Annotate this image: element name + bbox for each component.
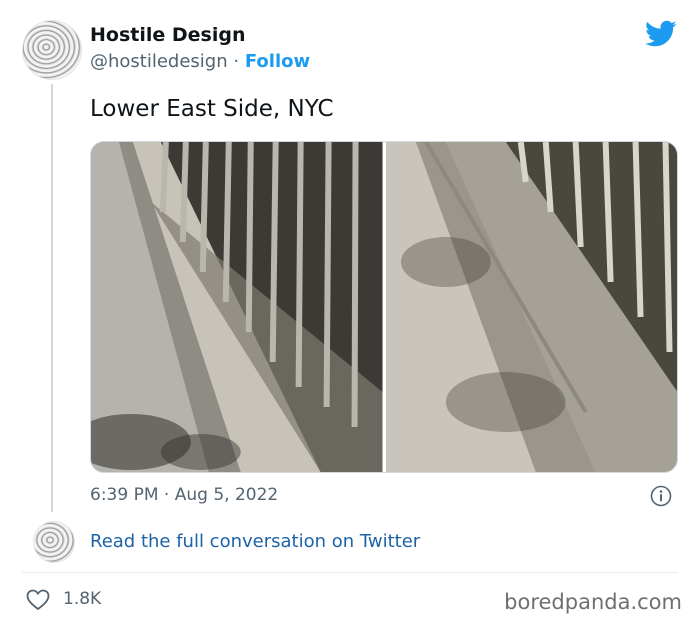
tweet-text: Lower East Side, NYC [90,96,334,122]
follow-button[interactable]: Follow [245,51,310,72]
read-conversation-link[interactable]: Read the full conversation on Twitter [90,531,420,552]
watermark: boredpanda.com [504,590,682,614]
like-count: 1.8K [63,589,102,609]
photo-left[interactable] [91,142,383,472]
timestamp-separator: · [163,485,170,505]
author-handle-row: @hostiledesign · Follow [90,51,310,72]
info-icon[interactable] [650,485,672,507]
tweet-timestamp[interactable]: 6:39 PM · Aug 5, 2022 [90,485,278,505]
author-avatar[interactable] [22,20,82,80]
handle-separator: · [233,51,240,72]
twitter-bird-icon[interactable] [645,20,677,48]
tweet-time: 6:39 PM [90,485,159,505]
tweet-media[interactable] [90,141,678,473]
thread-line [51,84,53,512]
heart-icon[interactable] [26,589,50,611]
author-handle[interactable]: @hostiledesign [90,51,228,72]
author-name[interactable]: Hostile Design [90,24,245,46]
tweet-date: Aug 5, 2022 [174,485,279,505]
divider [22,572,678,573]
photo-right[interactable] [385,142,677,472]
reply-avatar[interactable] [33,521,75,563]
